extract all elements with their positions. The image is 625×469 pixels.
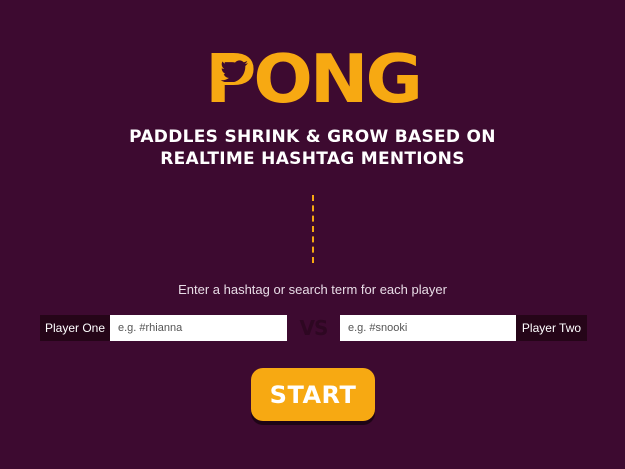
tagline: PADDLES SHRINK & GROW BASED ON REALTIME … <box>129 127 496 169</box>
logo: PONG <box>0 46 625 112</box>
player-one-input[interactable] <box>110 315 287 341</box>
player-one-label: Player One <box>40 315 110 341</box>
vs-label: VS <box>299 316 329 340</box>
start-button[interactable]: START <box>251 368 375 421</box>
player-two-input[interactable] <box>340 315 516 341</box>
player-two-label: Player Two <box>516 315 587 341</box>
instruction-text: Enter a hashtag or search term for each … <box>178 282 447 297</box>
twitter-bird-icon <box>220 60 248 82</box>
center-divider <box>312 195 314 263</box>
